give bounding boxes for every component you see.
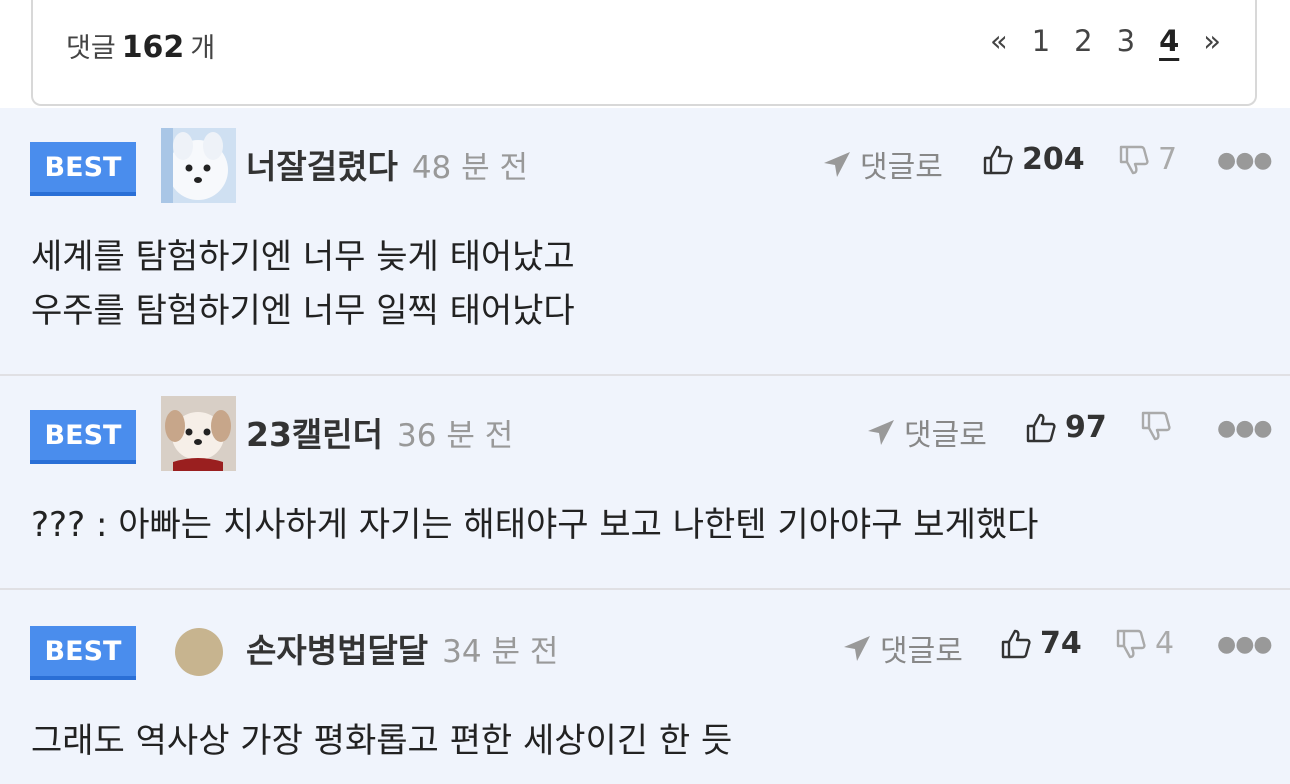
pagination: « 1 2 3 4 »	[990, 24, 1221, 58]
like-button[interactable]: 74	[1000, 626, 1082, 661]
comment-header: 댓글 162 개 « 1 2 3 4 »	[31, 0, 1257, 106]
comment-body: ??? : 아빠는 치사하게 자기는 해태야구 보고 나한텐 기아야구 보게했다	[31, 498, 1038, 552]
nickname-text[interactable]: 너잘걸렸다	[246, 147, 398, 186]
comment-line: 그래도 역사상 가장 평화롭고 편한 세상이긴 한 듯	[31, 721, 733, 761]
thumbs-down-icon	[1118, 144, 1150, 176]
comment-line: ??? : 아빠는 치사하게 자기는 해태야구 보고 나한텐 기아야구 보게했다	[31, 505, 1039, 545]
like-count: 204	[1022, 142, 1085, 177]
nickname-text[interactable]: 23캘린더	[246, 415, 383, 454]
comment-item: BEST 너잘걸렸다 48 분 전 댓글로 204 7 ●●● 세계를 탐험하기…	[0, 108, 1290, 374]
reply-arrow-icon	[842, 633, 872, 663]
pager-page-2[interactable]: 2	[1074, 24, 1092, 58]
comment-body: 세계를 탐험하기엔 너무 늦게 태어났고 우주를 탐험하기엔 너무 일찍 태어났…	[31, 230, 575, 338]
nickname[interactable]: 23캘린더 36 분 전	[246, 408, 513, 456]
reply-arrow-icon	[822, 149, 852, 179]
like-count: 74	[1040, 626, 1082, 661]
comment-line: 세계를 탐험하기엔 너무 늦게 태어났고	[31, 237, 575, 277]
more-icon[interactable]: ●●●	[1217, 632, 1273, 657]
reply-button[interactable]: 댓글로	[866, 410, 987, 454]
timestamp: 34 분 전	[442, 634, 559, 670]
pager-first[interactable]: «	[990, 24, 1008, 58]
comment-line: 우주를 탐험하기엔 너무 일찍 태어났다	[31, 291, 575, 331]
reply-arrow-icon	[866, 417, 896, 447]
reply-button[interactable]: 댓글로	[822, 142, 943, 186]
comment-item: BEST 23캘린더 36 분 전 댓글로 97 ●●● ???: 아빠는 치…	[0, 376, 1290, 588]
puppy-avatar[interactable]	[161, 396, 236, 471]
more-icon[interactable]: ●●●	[1217, 148, 1273, 173]
thumbs-up-icon	[1000, 628, 1032, 660]
dislike-count: 4	[1155, 626, 1175, 661]
dislike-button[interactable]	[1140, 410, 1180, 442]
reply-button[interactable]: 댓글로	[842, 626, 963, 670]
thumbs-down-icon	[1115, 628, 1147, 660]
pager-page-4-current[interactable]: 4	[1159, 24, 1179, 58]
pager-page-3[interactable]: 3	[1117, 24, 1135, 58]
nickname[interactable]: 너잘걸렸다 48 분 전	[246, 140, 528, 188]
reply-label: 댓글로	[860, 150, 943, 185]
count-suffix: 개	[190, 33, 216, 64]
reply-label: 댓글로	[904, 418, 987, 453]
pager-page-1[interactable]: 1	[1032, 24, 1050, 58]
best-badge: BEST	[30, 410, 136, 464]
comment-body: 그래도 역사상 가장 평화롭고 편한 세상이긴 한 듯	[31, 714, 732, 768]
timestamp: 36 분 전	[397, 418, 514, 454]
count-prefix: 댓글	[66, 33, 116, 64]
reply-label: 댓글로	[880, 634, 963, 669]
more-icon[interactable]: ●●●	[1217, 416, 1273, 441]
comment-count: 댓글 162 개	[66, 26, 215, 65]
count-value: 162	[121, 30, 185, 65]
dislike-button[interactable]: 7	[1118, 142, 1177, 177]
thumbs-down-icon	[1140, 410, 1172, 442]
nickname-text[interactable]: 손자병법달달	[246, 631, 428, 670]
like-button[interactable]: 97	[1025, 410, 1107, 445]
dislike-count: 7	[1158, 142, 1178, 177]
like-button[interactable]: 204	[982, 142, 1085, 177]
comment-item: BEST 손자병법달달 34 분 전 댓글로 74 4 ●●● 그래도 역사상 가…	[0, 590, 1290, 784]
best-badge: BEST	[30, 142, 136, 196]
thumbs-up-icon	[1025, 412, 1057, 444]
thumbs-up-icon	[982, 144, 1014, 176]
timestamp: 48 분 전	[411, 150, 529, 186]
best-badge: BEST	[30, 626, 136, 680]
default-circle-avatar[interactable]	[175, 628, 223, 676]
like-count: 97	[1065, 410, 1107, 445]
pager-last[interactable]: »	[1203, 24, 1221, 58]
white-dog-avatar[interactable]	[161, 128, 236, 203]
dislike-button[interactable]: 4	[1115, 626, 1174, 661]
nickname[interactable]: 손자병법달달 34 분 전	[246, 624, 558, 672]
